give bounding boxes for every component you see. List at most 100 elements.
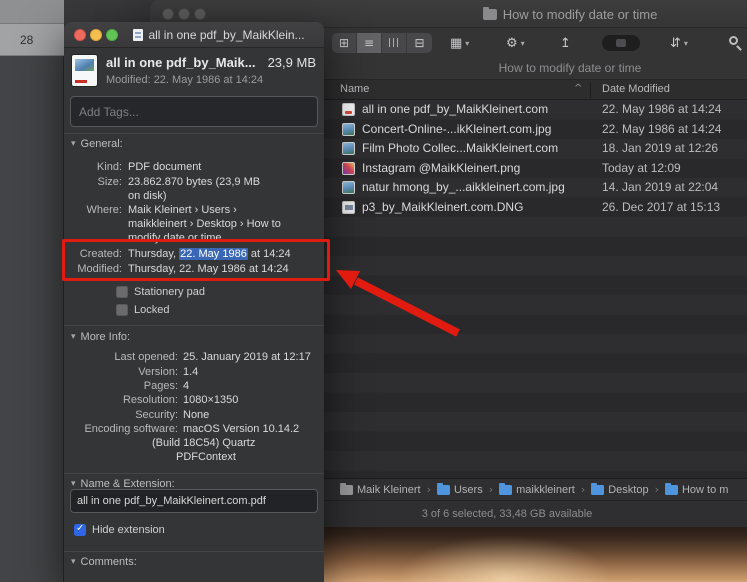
file-name: Concert-Online-...ikKleinert.com.jpg [362, 121, 552, 136]
path-item-label: maikkleinert [516, 483, 575, 496]
column-header-date-modified[interactable]: Date Modified [602, 83, 670, 95]
close-button[interactable] [74, 29, 86, 41]
locked-label: Locked [134, 304, 170, 316]
sort-arrows-icon: ⇵ [670, 35, 681, 51]
path-separator-icon: › [426, 483, 431, 496]
zoom-button[interactable] [106, 29, 118, 41]
file-name: natur hmong_by_...aikkleinert.com.jpg [362, 180, 565, 194]
file-name: p3_by_MaikKleinert.com.DNG [362, 199, 524, 214]
last-opened-value: 25. January 2019 at 12:17 [183, 351, 311, 363]
encoding-software-value: macOS Version 10.14.2 [183, 423, 300, 435]
folder-icon [482, 6, 497, 20]
background-window-fragment: 28 [0, 0, 64, 582]
file-name: Film Photo Collec...MaikKleinert.com [362, 141, 559, 155]
checkbox-unchecked-icon[interactable] [116, 304, 128, 316]
path-item[interactable]: Desktop [591, 482, 649, 496]
section-title-comments: Comments: [80, 556, 137, 568]
path-item-label: Maik Kleinert [357, 483, 421, 496]
tag-icon [616, 39, 626, 47]
file-date-modified: 22. May 1986 at 14:24 [602, 121, 722, 136]
pdf-file-icon [342, 103, 355, 116]
section-header-general[interactable]: ▾ General: [71, 137, 123, 151]
where-value: Maik Kleinert › Users › [128, 204, 237, 216]
path-item-label: Desktop [608, 483, 649, 496]
stationery-pad-checkbox-row[interactable]: Stationery pad [116, 286, 205, 298]
path-separator-icon: › [654, 483, 659, 496]
created-label: Created: [79, 248, 122, 260]
checkbox-unchecked-icon[interactable] [116, 286, 128, 298]
modified-label: Modified: [77, 263, 122, 275]
section-title-more-info: More Info: [80, 331, 131, 343]
section-header-more-info[interactable]: ▾ More Info: [71, 330, 130, 344]
where-value-continued: maikkleinert › Desktop › How to [128, 218, 281, 230]
encoding-software-value-continued: (Build 18C54) Quartz [152, 437, 256, 449]
section-title-general: General: [80, 138, 123, 150]
disclosure-triangle-icon[interactable]: ▾ [71, 139, 76, 149]
gear-icon: ⚙ [506, 35, 518, 51]
disclosure-triangle-icon[interactable]: ▾ [71, 557, 76, 567]
png-file-icon [342, 161, 355, 175]
path-item[interactable]: How to m [664, 482, 728, 496]
pdf-icon [72, 55, 97, 86]
section-divider [64, 551, 324, 552]
list-view-button[interactable]: ≡ [357, 33, 382, 53]
status-text: 3 of 6 selected, 33,48 GB available [421, 508, 593, 520]
file-date-modified: 14. Jan 2019 at 22:04 [602, 180, 719, 194]
section-header-comments[interactable]: ▾ Comments: [71, 555, 137, 569]
locked-checkbox-row[interactable]: Locked [116, 304, 169, 316]
pages-label: Pages: [143, 380, 178, 392]
disclosure-triangle-icon[interactable]: ▾ [71, 332, 76, 342]
file-name: all in one pdf_by_MaikKleinert.com [362, 102, 549, 116]
pages-value: 4 [183, 380, 190, 392]
last-opened-label: Last opened: [114, 351, 178, 363]
section-divider [64, 133, 324, 134]
path-item-label: Users [453, 483, 483, 496]
chevron-down-icon: ▾ [683, 38, 688, 48]
path-item[interactable]: Maik Kleinert [340, 482, 421, 496]
hide-extension-checkbox-row[interactable]: ✓ Hide extension [74, 523, 165, 536]
checkbox-checked-icon[interactable]: ✓ [74, 523, 86, 536]
column-header-name[interactable]: Name [340, 83, 369, 95]
search-icon[interactable] [728, 35, 744, 51]
path-item[interactable]: Users [436, 482, 483, 496]
size-label: Size: [97, 176, 122, 188]
image-file-icon [342, 181, 355, 194]
file-date-modified: 22. May 1986 at 14:24 [602, 102, 722, 116]
size-value: 23.862.870 bytes (23,9 MB [128, 176, 261, 188]
path-item[interactable]: maikkleinert [499, 482, 575, 496]
file-name: Instagram @MaikKleinert.png [362, 160, 521, 175]
icon-view-button[interactable]: ⊞ [332, 33, 357, 53]
where-label: Where: [86, 204, 122, 216]
created-value: Thursday, 22. May 1986 at 14:24 [128, 248, 291, 260]
info-window-title: all in one pdf_by_MaikKlein... [148, 28, 305, 42]
gallery-view-button[interactable]: ⊟ [407, 33, 432, 53]
column-view-button[interactable]: ||| [382, 33, 407, 53]
group-button[interactable]: ▦ ▾ [450, 33, 469, 53]
tags-input[interactable] [70, 96, 318, 127]
folder-icon [664, 482, 678, 495]
arrange-button[interactable]: ⇵ ▾ [670, 33, 688, 53]
disclosure-triangle-icon[interactable]: ▾ [71, 479, 76, 489]
resolution-label: Resolution: [122, 394, 178, 406]
filename-input[interactable] [70, 489, 318, 513]
where-value-continued: modify date or time [128, 232, 222, 244]
created-value-selected-text: 22. May 1986 [179, 248, 248, 260]
column-divider[interactable] [590, 82, 591, 98]
get-info-window: all in one pdf_by_MaikKlein... all in on… [64, 22, 324, 582]
info-titlebar[interactable]: all in one pdf_by_MaikKlein... [64, 22, 324, 48]
minimize-button[interactable] [90, 29, 102, 41]
version-value: 1.4 [183, 366, 199, 378]
security-value: None [183, 409, 210, 421]
info-header: all in one pdf_by_Maik... 23,9 MB Modifi… [64, 48, 324, 94]
folder-icon [591, 482, 605, 495]
tag-button[interactable] [602, 35, 640, 51]
action-button[interactable]: ⚙ ▾ [506, 33, 525, 53]
calendar-day-cell: 28 [0, 24, 64, 56]
share-button[interactable]: ↥ [560, 33, 571, 53]
file-date-modified: Today at 12:09 [602, 160, 681, 175]
kind-label: Kind: [96, 161, 122, 173]
finder-window-title: How to modify date or time [502, 6, 658, 22]
info-title-area: all in one pdf_by_MaikKlein... [122, 22, 316, 48]
kind-value: PDF document [128, 161, 202, 173]
created-value-prefix: Thursday, [128, 248, 180, 260]
